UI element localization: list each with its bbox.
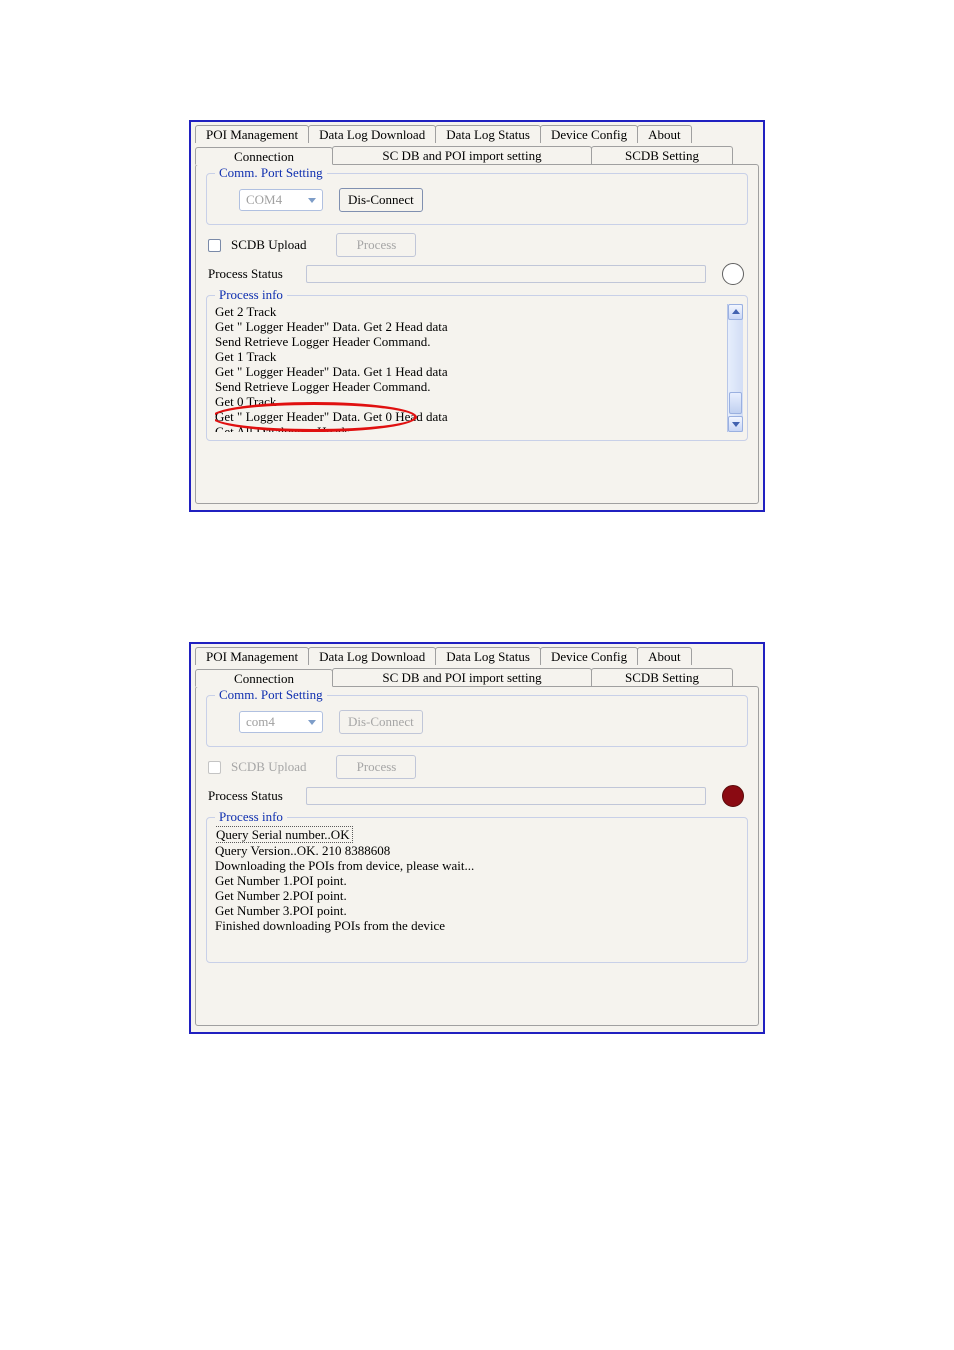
tab-connection[interactable]: Connection (195, 147, 333, 165)
scdb-upload-row: SCDB Upload Process (208, 233, 748, 257)
log-line: Finished downloading POIs from the devic… (215, 918, 743, 933)
disconnect-button[interactable]: Dis-Connect (339, 710, 423, 734)
log-line: Get " Logger Header" Data. Get 0 Head da… (215, 409, 725, 424)
process-info-log: Query Serial number..OK Query Version..O… (215, 826, 743, 954)
dialog-panel-1: POI Management Data Log Download Data Lo… (189, 120, 765, 512)
scdb-upload-label: SCDB Upload (231, 759, 306, 775)
tab-scdb-poi-import[interactable]: SC DB and POI import setting (332, 146, 592, 164)
process-status-field (306, 265, 706, 283)
scroll-up-icon[interactable] (728, 304, 743, 320)
process-info-group: Process info Query Serial number..OK Que… (206, 817, 748, 963)
log-line: Get Number 1.POI point. (215, 873, 743, 888)
scdb-upload-row: SCDB Upload Process (208, 755, 748, 779)
tab-row-back: POI Management Data Log Download Data Lo… (191, 122, 763, 143)
dialog-panel-2: POI Management Data Log Download Data Lo… (189, 642, 765, 1034)
log-lines: Query Serial number..OK Query Version..O… (215, 826, 743, 933)
tab-data-log-download[interactable]: Data Log Download (308, 647, 436, 665)
connection-panel: Comm. Port Setting com4 Dis-Connect SCDB… (195, 686, 759, 1026)
process-status-row: Process Status (208, 263, 748, 285)
tab-scdb-poi-import[interactable]: SC DB and POI import setting (332, 668, 592, 686)
tab-about[interactable]: About (637, 125, 692, 143)
log-line: Downloading the POIs from device, please… (215, 858, 743, 873)
connection-panel: Comm. Port Setting COM4 Dis-Connect SCDB… (195, 164, 759, 504)
log-line: Get 0 Track (215, 394, 725, 409)
tab-row-front: Connection SC DB and POI import setting … (191, 143, 763, 164)
scdb-upload-checkbox[interactable] (208, 761, 221, 774)
com-port-value: com4 (246, 714, 304, 730)
log-line: Get Number 3.POI point. (215, 903, 743, 918)
com-port-select[interactable]: com4 (239, 711, 323, 733)
log-line: Get " Logger Header" Data. Get 2 Head da… (215, 319, 725, 334)
process-info-legend: Process info (215, 809, 287, 825)
tab-scdb-setting[interactable]: SCDB Setting (591, 146, 733, 164)
chevron-down-icon (304, 714, 320, 730)
log-line: Get 2 Track (215, 304, 725, 319)
log-line: Send Retrieve Logger Header Command. (215, 379, 725, 394)
tab-about[interactable]: About (637, 647, 692, 665)
tab-poi-management[interactable]: POI Management (195, 125, 309, 143)
log-line: Get Number 2.POI point. (215, 888, 743, 903)
process-info-log: Get 2 Track Get " Logger Header" Data. G… (215, 304, 743, 432)
status-indicator (722, 785, 744, 807)
process-info-group: Process info Get 2 Track Get " Logger He… (206, 295, 748, 441)
status-indicator (722, 263, 744, 285)
log-line: Send Retrieve Logger Header Command. (215, 334, 725, 349)
tab-scdb-setting[interactable]: SCDB Setting (591, 668, 733, 686)
tab-data-log-status[interactable]: Data Log Status (435, 647, 541, 665)
scroll-thumb[interactable] (729, 392, 742, 414)
process-status-row: Process Status (208, 785, 748, 807)
process-button[interactable]: Process (336, 233, 416, 257)
scdb-upload-checkbox[interactable] (208, 239, 221, 252)
tab-row-front: Connection SC DB and POI import setting … (191, 665, 763, 686)
tab-device-config[interactable]: Device Config (540, 125, 638, 143)
comm-port-legend: Comm. Port Setting (215, 165, 327, 181)
process-status-label: Process Status (208, 266, 300, 282)
tab-device-config[interactable]: Device Config (540, 647, 638, 665)
scrollbar-vertical[interactable] (727, 304, 743, 432)
log-line: Get 1 Track (215, 349, 725, 364)
log-line: Get All Datalogger Heads (215, 424, 725, 432)
com-port-select[interactable]: COM4 (239, 189, 323, 211)
process-button[interactable]: Process (336, 755, 416, 779)
scroll-down-icon[interactable] (728, 416, 743, 432)
scdb-upload-label: SCDB Upload (231, 237, 306, 253)
tab-row-back: POI Management Data Log Download Data Lo… (191, 644, 763, 665)
process-status-field (306, 787, 706, 805)
chevron-down-icon (304, 192, 320, 208)
log-line: Query Version..OK. 210 8388608 (215, 843, 743, 858)
comm-port-setting-group: Comm. Port Setting com4 Dis-Connect (206, 695, 748, 747)
disconnect-button[interactable]: Dis-Connect (339, 188, 423, 212)
process-status-label: Process Status (208, 788, 300, 804)
tab-poi-management[interactable]: POI Management (195, 647, 309, 665)
tab-data-log-status[interactable]: Data Log Status (435, 125, 541, 143)
comm-port-legend: Comm. Port Setting (215, 687, 327, 703)
comm-port-setting-group: Comm. Port Setting COM4 Dis-Connect (206, 173, 748, 225)
log-lines: Get 2 Track Get " Logger Header" Data. G… (215, 304, 725, 432)
tab-connection[interactable]: Connection (195, 669, 333, 687)
process-info-legend: Process info (215, 287, 287, 303)
com-port-value: COM4 (246, 192, 304, 208)
tab-data-log-download[interactable]: Data Log Download (308, 125, 436, 143)
log-line: Get " Logger Header" Data. Get 1 Head da… (215, 364, 725, 379)
log-line: Query Serial number..OK (215, 826, 743, 843)
